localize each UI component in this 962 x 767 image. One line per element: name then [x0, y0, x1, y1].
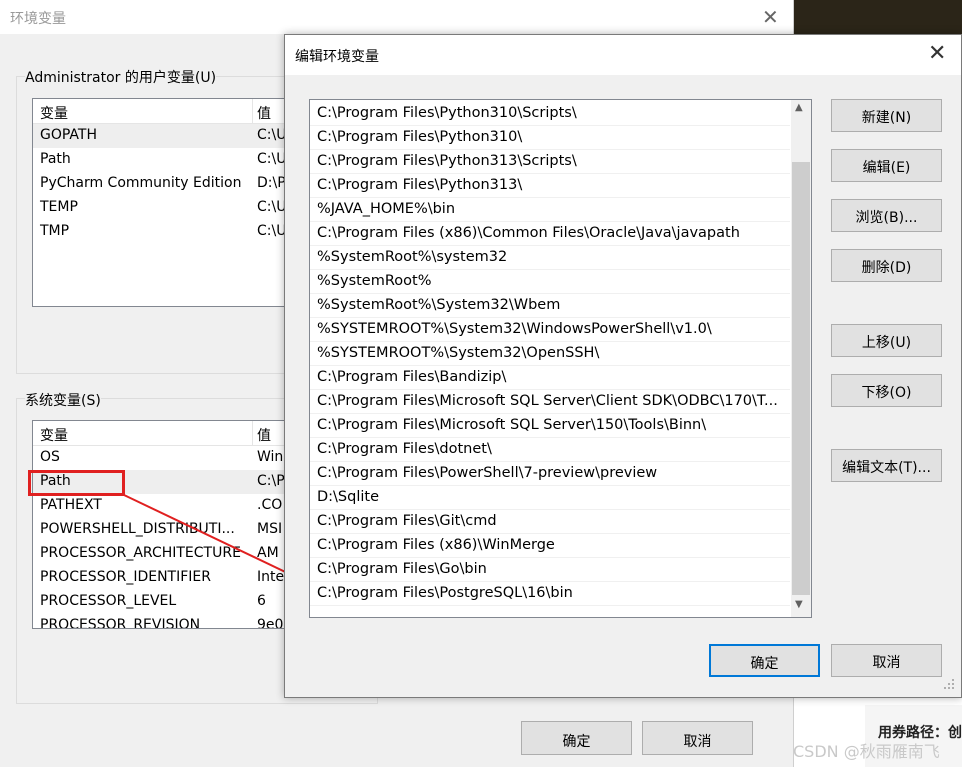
delete-button[interactable]: 删除(D): [831, 249, 942, 282]
scroll-up-icon[interactable]: ▲: [795, 102, 803, 113]
move-down-button[interactable]: 下移(O): [831, 374, 942, 407]
list-item[interactable]: C:\Program Files\Python310\: [310, 126, 790, 150]
list-item[interactable]: D:\Sqlite: [310, 486, 790, 510]
edit-text-button[interactable]: 编辑文本(T)...: [831, 449, 942, 482]
dialog-title: 编辑环境变量: [295, 49, 379, 65]
path-list[interactable]: C:\Program Files\Python310\Scripts\ C:\P…: [309, 99, 812, 618]
list-item[interactable]: %SYSTEMROOT%\System32\WindowsPowerShell\…: [310, 318, 790, 342]
list-item[interactable]: C:\Program Files (x86)\WinMerge: [310, 534, 790, 558]
close-icon[interactable]: ✕: [928, 41, 946, 66]
list-item[interactable]: C:\Program Files\dotnet\: [310, 438, 790, 462]
list-item[interactable]: C:\Program Files (x86)\Common Files\Orac…: [310, 222, 790, 246]
list-item[interactable]: %SYSTEMROOT%\System32\OpenSSH\: [310, 342, 790, 366]
list-item[interactable]: C:\Program Files\Microsoft SQL Server\Cl…: [310, 390, 790, 414]
list-item[interactable]: C:\Program Files\Microsoft SQL Server\15…: [310, 414, 790, 438]
list-item[interactable]: C:\Program Files\Git\cmd: [310, 510, 790, 534]
list-item[interactable]: C:\Program Files\PowerShell\7-preview\pr…: [310, 462, 790, 486]
vertical-scrollbar[interactable]: ▲ ▼: [791, 100, 811, 617]
list-item[interactable]: %SystemRoot%: [310, 270, 790, 294]
edit-env-variable-dialog: 编辑环境变量 ✕ C:\Program Files\Python310\Scri…: [284, 34, 962, 698]
browse-button[interactable]: 浏览(B)...: [831, 199, 942, 232]
list-item[interactable]: %JAVA_HOME%\bin: [310, 198, 790, 222]
list-item[interactable]: C:\Program Files\Python310\Scripts\: [310, 102, 790, 126]
edit-button[interactable]: 编辑(E): [831, 149, 942, 182]
resize-grip-icon[interactable]: [940, 675, 956, 691]
list-item[interactable]: C:\Program Files\Bandizip\: [310, 366, 790, 390]
scrollbar-thumb[interactable]: [792, 162, 810, 595]
dialog-ok-button[interactable]: 确定: [709, 644, 820, 677]
watermark: CSDN @秋雨雁南飞: [793, 742, 940, 761]
move-up-button[interactable]: 上移(U): [831, 324, 942, 357]
list-item[interactable]: C:\Program Files\PostgreSQL\16\bin: [310, 582, 790, 606]
list-item[interactable]: %SystemRoot%\system32: [310, 246, 790, 270]
list-item[interactable]: C:\Program Files\Python313\Scripts\: [310, 150, 790, 174]
new-button[interactable]: 新建(N): [831, 99, 942, 132]
list-item[interactable]: C:\Program Files\Python313\: [310, 174, 790, 198]
list-item[interactable]: C:\Program Files\Go\bin: [310, 558, 790, 582]
dialog-titlebar: 编辑环境变量 ✕: [285, 35, 961, 75]
dialog-cancel-button[interactable]: 取消: [831, 644, 942, 677]
scroll-down-icon[interactable]: ▼: [795, 599, 803, 610]
list-item[interactable]: %SystemRoot%\System32\Wbem: [310, 294, 790, 318]
